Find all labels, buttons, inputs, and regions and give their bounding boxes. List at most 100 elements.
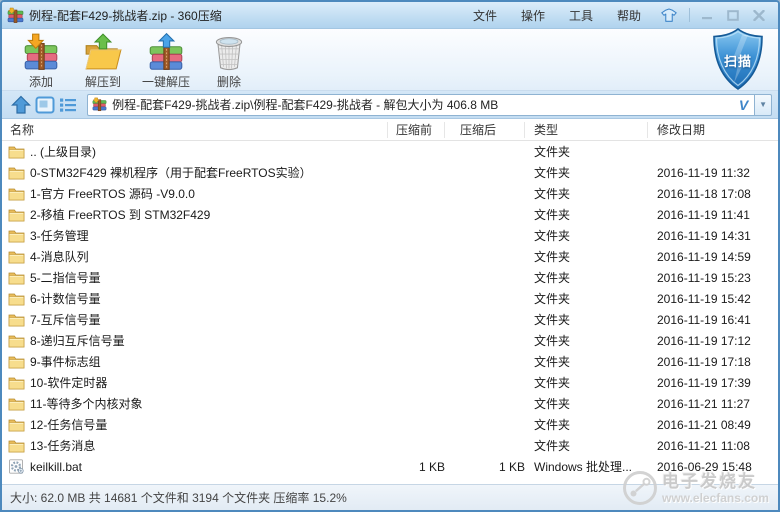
- add-button[interactable]: 添加: [10, 31, 72, 89]
- table-row[interactable]: keilkill.bat 1 KB 1 KB Windows 批处理... 20…: [2, 456, 778, 477]
- file-name: 11-等待多个内核对象: [30, 395, 142, 412]
- table-row[interactable]: 11-等待多个内核对象 文件夹 2016-11-21 11:27: [2, 393, 778, 414]
- menu-help[interactable]: 帮助: [605, 4, 653, 27]
- file-name: keilkill.bat: [30, 460, 82, 474]
- table-row[interactable]: 8-递归互斥信号量 文件夹 2016-11-19 17:12: [2, 330, 778, 351]
- address-row: 例程-配套F429-挑战者.zip\例程-配套F429-挑战者 - 解包大小为 …: [2, 91, 778, 119]
- file-type: 文件夹: [525, 395, 648, 412]
- folder-icon: [8, 270, 25, 285]
- minimize-button[interactable]: [694, 6, 720, 24]
- modified-date: 2016-11-21 08:49: [648, 418, 778, 432]
- file-name: 12-任务信号量: [30, 416, 107, 433]
- header-name[interactable]: 名称: [8, 122, 388, 138]
- folder-icon: [8, 333, 25, 348]
- file-name: 7-互斥信号量: [30, 311, 101, 328]
- caption-divider: [689, 8, 690, 22]
- folder-icon: [8, 207, 25, 222]
- toolbar-button-label: 删除: [217, 73, 241, 90]
- file-type: 文件夹: [525, 416, 648, 433]
- address-bar-input[interactable]: 例程-配套F429-挑战者.zip\例程-配套F429-挑战者 - 解包大小为 …: [87, 94, 755, 116]
- folder-icon: [8, 396, 25, 411]
- file-type: 文件夹: [525, 248, 648, 265]
- header-after[interactable]: 压缩后: [445, 122, 525, 138]
- toolbar-button-label: 一键解压: [142, 73, 190, 90]
- address-path: 例程-配套F429-挑战者.zip\例程-配套F429-挑战者 - 解包大小为 …: [112, 96, 733, 113]
- table-row[interactable]: 6-计数信号量 文件夹 2016-11-19 15:42: [2, 288, 778, 309]
- extract-to-button[interactable]: 解压到: [72, 31, 134, 89]
- table-row[interactable]: 7-互斥信号量 文件夹 2016-11-19 16:41: [2, 309, 778, 330]
- toolbar-button-label: 添加: [29, 73, 53, 90]
- header-type[interactable]: 类型: [525, 122, 648, 138]
- modified-date: 2016-11-18 17:08: [648, 187, 778, 201]
- header-date[interactable]: 修改日期: [648, 122, 778, 138]
- table-row[interactable]: 4-消息队列 文件夹 2016-11-19 14:59: [2, 246, 778, 267]
- list-view-icon[interactable]: [57, 94, 79, 116]
- scan-label: 扫描: [712, 51, 764, 70]
- archive-mini-icon: [92, 97, 107, 112]
- app-window: 例程-配套F429-挑战者.zip - 360压缩 文件 操作 工具 帮助: [0, 0, 780, 512]
- table-row[interactable]: .. (上级目录) 文件夹: [2, 141, 778, 162]
- app-archive-icon: [7, 7, 24, 24]
- status-bar: 大小: 62.0 MB 共 14681 个文件和 3194 个文件夹 压缩率 1…: [2, 484, 778, 510]
- file-type: 文件夹: [525, 269, 648, 286]
- file-name: 8-递归互斥信号量: [30, 332, 125, 349]
- file-type: 文件夹: [525, 332, 648, 349]
- maximize-button[interactable]: [720, 6, 746, 24]
- up-directory-icon[interactable]: [10, 94, 32, 116]
- folder-icon: [8, 417, 25, 432]
- modified-date: 2016-11-21 11:27: [648, 397, 778, 411]
- list-header: 名称 压缩前 压缩后 类型 修改日期: [2, 119, 778, 141]
- file-type: 文件夹: [525, 185, 648, 202]
- folder-icon: [8, 438, 25, 453]
- table-row[interactable]: 3-任务管理 文件夹 2016-11-19 14:31: [2, 225, 778, 246]
- table-row[interactable]: 12-任务信号量 文件夹 2016-11-21 08:49: [2, 414, 778, 435]
- table-row[interactable]: 2-移植 FreeRTOS 到 STM32F429 文件夹 2016-11-19…: [2, 204, 778, 225]
- file-type: 文件夹: [525, 206, 648, 223]
- modified-date: 2016-11-19 17:39: [648, 376, 778, 390]
- modified-date: 2016-11-19 11:41: [648, 208, 778, 222]
- rows-container: .. (上级目录) 文件夹: [2, 141, 778, 477]
- table-row[interactable]: 1-官方 FreeRTOS 源码 -V9.0.0 文件夹 2016-11-18 …: [2, 183, 778, 204]
- table-row[interactable]: 9-事件标志组 文件夹 2016-11-19 17:18: [2, 351, 778, 372]
- one-click-extract-button[interactable]: 一键解压: [134, 31, 198, 89]
- toolbar-button-label: 解压到: [85, 73, 121, 90]
- file-name: 9-事件标志组: [30, 353, 101, 370]
- modified-date: 2016-11-19 17:18: [648, 355, 778, 369]
- menu-tools[interactable]: 工具: [557, 4, 605, 27]
- modified-date: 2016-11-19 16:41: [648, 313, 778, 327]
- table-row[interactable]: 0-STM32F429 裸机程序（用于配套FreeRTOS实验） 文件夹 201…: [2, 162, 778, 183]
- folder-icon: [8, 354, 25, 369]
- folder-icon: [8, 375, 25, 390]
- file-type: 文件夹: [525, 290, 648, 307]
- scan-shield-button[interactable]: 扫描: [712, 27, 764, 91]
- modified-date: 2016-11-19 14:59: [648, 250, 778, 264]
- file-type: 文件夹: [525, 227, 648, 244]
- menu-file[interactable]: 文件: [461, 4, 509, 27]
- add-archive-icon: [21, 32, 61, 72]
- table-row[interactable]: 10-软件定时器 文件夹 2016-11-19 17:39: [2, 372, 778, 393]
- file-name: 1-官方 FreeRTOS 源码 -V9.0.0: [30, 185, 195, 202]
- file-name: 3-任务管理: [30, 227, 89, 244]
- file-type: 文件夹: [525, 164, 648, 181]
- folder-icon: [8, 291, 25, 306]
- table-row[interactable]: 5-二指信号量 文件夹 2016-11-19 15:23: [2, 267, 778, 288]
- delete-button[interactable]: 删除: [198, 31, 260, 89]
- header-before[interactable]: 压缩前: [388, 122, 445, 138]
- folder-icon: [8, 165, 25, 180]
- file-name: 2-移植 FreeRTOS 到 STM32F429: [30, 206, 210, 223]
- file-list: 名称 压缩前 压缩后 类型 修改日期: [2, 119, 778, 484]
- table-row[interactable]: 13-任务消息 文件夹 2016-11-21 11:08: [2, 435, 778, 456]
- file-type: 文件夹: [525, 353, 648, 370]
- address-history-icon[interactable]: V: [739, 97, 748, 113]
- file-type: 文件夹: [525, 437, 648, 454]
- menu-operation[interactable]: 操作: [509, 4, 557, 27]
- view-mode-icon[interactable]: [34, 94, 56, 116]
- skin-tshirt-icon[interactable]: [657, 5, 681, 25]
- modified-date: 2016-06-29 15:48: [648, 460, 778, 474]
- address-dropdown-button[interactable]: ▼: [755, 94, 772, 116]
- size-after: 1 KB: [445, 460, 525, 474]
- size-before: 1 KB: [388, 460, 445, 474]
- file-name: 4-消息队列: [30, 248, 89, 265]
- file-name: 5-二指信号量: [30, 269, 101, 286]
- close-button[interactable]: [746, 6, 772, 24]
